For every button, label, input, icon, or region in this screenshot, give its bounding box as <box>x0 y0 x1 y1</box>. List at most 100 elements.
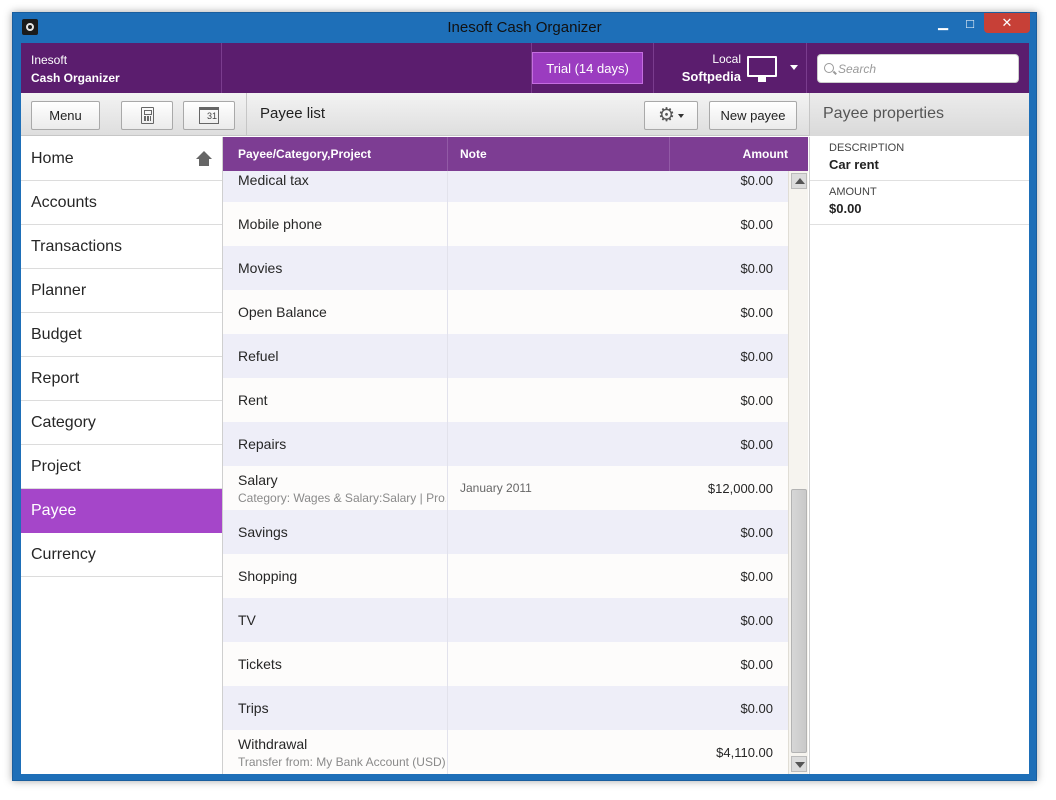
cell-amount: $0.00 <box>740 436 773 452</box>
cell-note <box>448 246 670 290</box>
column-header-note[interactable]: Note <box>448 137 670 171</box>
cell-payee: Trips <box>223 686 448 730</box>
scroll-up-arrow-icon[interactable] <box>791 173 807 189</box>
sidebar: Home Accounts Transactions Planner Budge… <box>21 137 223 774</box>
property-label: AMOUNT <box>829 186 877 198</box>
client-area: Inesoft Cash Organizer Trial (14 days) L… <box>21 43 1029 774</box>
cell-amount: $0.00 <box>740 348 773 364</box>
cell-payee: Mobile phone <box>223 202 448 246</box>
sidebar-item-currency[interactable]: Currency <box>21 533 222 577</box>
column-header-payee[interactable]: Payee/Category,Project <box>223 137 448 171</box>
sidebar-item-report[interactable]: Report <box>21 357 222 401</box>
cell-amount: $12,000.00 <box>707 480 773 496</box>
cell-note <box>448 554 670 598</box>
payee-name: Withdrawal <box>238 735 308 752</box>
cell-note <box>448 730 670 774</box>
table-row[interactable]: Rent $0.00 <box>223 378 788 422</box>
table-row[interactable]: Salary Category: Wages & Salary:Salary | … <box>223 466 788 510</box>
cell-note <box>448 686 670 730</box>
sidebar-item-label: Project <box>31 457 81 475</box>
payee-detail: Transfer from: My Bank Account (USD) <box>238 754 446 769</box>
property-value: Car rent <box>829 157 879 172</box>
sidebar-item-category[interactable]: Category <box>21 401 222 445</box>
close-button[interactable]: ✕ <box>984 13 1030 33</box>
table-row[interactable]: Savings $0.00 <box>223 510 788 554</box>
sidebar-item-budget[interactable]: Budget <box>21 313 222 357</box>
cell-payee: Tickets <box>223 642 448 686</box>
table-row[interactable]: Repairs $0.00 <box>223 422 788 466</box>
table-row[interactable]: Trips $0.00 <box>223 686 788 730</box>
table-row[interactable]: Medical tax $0.00 <box>223 171 788 202</box>
table-row[interactable]: Movies $0.00 <box>223 246 788 290</box>
cell-payee: Salary Category: Wages & Salary:Salary | … <box>223 466 448 510</box>
search-box[interactable] <box>817 54 1019 83</box>
payee-name: TV <box>238 612 256 628</box>
cell-amount: $0.00 <box>740 260 773 276</box>
toolbar-divider <box>246 93 247 136</box>
trial-button[interactable]: Trial (14 days) <box>532 52 643 84</box>
monitor-icon[interactable] <box>747 56 777 84</box>
cell-amount: $0.00 <box>740 700 773 716</box>
payee-name: Trips <box>238 700 269 716</box>
cell-note <box>448 378 670 422</box>
property-description[interactable]: DESCRIPTION Car rent <box>810 137 1029 181</box>
table-row[interactable]: Tickets $0.00 <box>223 642 788 686</box>
brand-block: Inesoft Cash Organizer <box>21 43 222 93</box>
maximize-button[interactable]: □ <box>957 13 983 33</box>
payee-name: Shopping <box>238 568 298 584</box>
column-header-amount[interactable]: Amount <box>670 137 808 171</box>
payee-name: Salary <box>238 471 278 488</box>
payee-name: Open Balance <box>238 304 327 320</box>
sidebar-item-project[interactable]: Project <box>21 445 222 489</box>
table-row[interactable]: Shopping $0.00 <box>223 554 788 598</box>
payee-name: Tickets <box>238 656 282 672</box>
new-payee-button[interactable]: New payee <box>709 101 797 130</box>
settings-menu-button[interactable]: ⚙ <box>644 101 698 130</box>
location-block[interactable]: Local Softpedia <box>661 51 741 85</box>
window-title: Inesoft Cash Organizer <box>447 19 602 36</box>
payee-name: Savings <box>238 524 288 540</box>
cell-amount: $0.00 <box>740 392 773 408</box>
table-row[interactable]: Withdrawal Transfer from: My Bank Account… <box>223 730 788 774</box>
sidebar-item-payee[interactable]: Payee <box>21 489 222 533</box>
cell-payee: Medical tax <box>223 171 448 202</box>
cell-payee: Shopping <box>223 554 448 598</box>
cell-amount: $0.00 <box>740 172 773 188</box>
sidebar-item-transactions[interactable]: Transactions <box>21 225 222 269</box>
menu-button[interactable]: Menu <box>31 101 100 130</box>
minimize-button[interactable]: ▁ <box>930 13 956 33</box>
property-value: $0.00 <box>829 201 862 216</box>
cell-payee: TV <box>223 598 448 642</box>
page-title: Payee list <box>260 105 326 122</box>
table-body: Medical tax $0.00 Mobile phone $0.00 Movies $… <box>223 171 788 774</box>
cell-note <box>448 290 670 334</box>
calendar-button[interactable]: 31 <box>183 101 235 130</box>
sidebar-item-planner[interactable]: Planner <box>21 269 222 313</box>
table-row[interactable]: TV $0.00 <box>223 598 788 642</box>
brand-line2: Cash Organizer <box>31 71 120 85</box>
property-amount[interactable]: AMOUNT $0.00 <box>810 181 1029 225</box>
table-row[interactable]: Open Balance $0.00 <box>223 290 788 334</box>
search-input[interactable] <box>838 55 1014 82</box>
chevron-down-icon[interactable] <box>790 65 798 70</box>
app-header: Inesoft Cash Organizer Trial (14 days) L… <box>21 43 1029 93</box>
payee-name: Rent <box>238 392 268 408</box>
header-divider <box>653 43 654 93</box>
vertical-scrollbar[interactable] <box>788 171 808 774</box>
sidebar-item-label: Budget <box>31 325 82 343</box>
table-row[interactable]: Mobile phone $0.00 <box>223 202 788 246</box>
scrollbar-thumb[interactable] <box>791 489 807 753</box>
cell-amount: $0.00 <box>740 304 773 320</box>
location-name: Softpedia <box>681 69 741 84</box>
scroll-down-arrow-icon[interactable] <box>791 756 807 772</box>
table-row[interactable]: Refuel $0.00 <box>223 334 788 378</box>
sidebar-item-accounts[interactable]: Accounts <box>21 181 222 225</box>
cell-amount: $0.00 <box>740 656 773 672</box>
payee-name: Refuel <box>238 348 279 364</box>
calculator-button[interactable] <box>121 101 173 130</box>
home-icon <box>196 151 212 166</box>
sidebar-item-home[interactable]: Home <box>21 137 222 181</box>
title-bar[interactable]: Inesoft Cash Organizer ▁ □ ✕ <box>13 13 1036 43</box>
payee-name: Medical tax <box>238 172 309 188</box>
payee-detail: Category: Wages & Salary:Salary | Pro... <box>238 490 446 505</box>
